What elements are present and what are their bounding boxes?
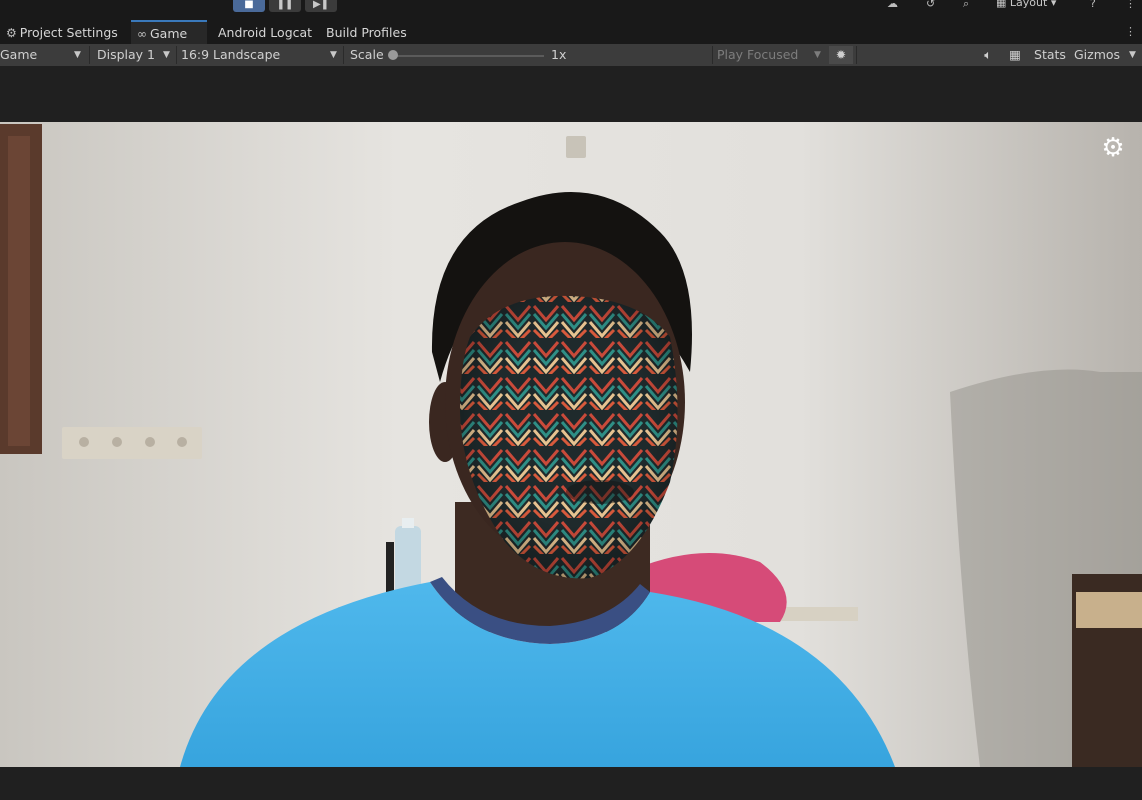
- game-toolbar: Game ▼ Display 1 ▼ 16:9 Landscape ▼ Scal…: [0, 44, 1142, 67]
- scale-label: Scale: [350, 47, 384, 62]
- chevron-down-icon: ▼: [814, 50, 821, 60]
- stats-button[interactable]: Stats: [1031, 46, 1069, 64]
- tab-android-logcat[interactable]: Android Logcat: [212, 20, 318, 44]
- chevron-down-icon: ▼: [163, 50, 170, 60]
- separator: [712, 46, 713, 64]
- help-icon[interactable]: ?: [1090, 0, 1096, 10]
- tab-project-settings[interactable]: ⚙ Project Settings: [0, 20, 124, 44]
- tab-label: Project Settings: [19, 25, 118, 40]
- bug-icon: ✹: [835, 47, 847, 62]
- layout-label: Layout: [1009, 0, 1048, 9]
- top-bar: ■ ❚❚ ▶❚ ☁ ↺ ⌕ ▦ Layout ▾ ? ⋮: [0, 0, 1142, 20]
- more-icon[interactable]: ⋮: [1125, 0, 1136, 10]
- gear-icon: ⚙: [6, 26, 17, 40]
- view-label: Game: [0, 47, 38, 62]
- chevron-down-icon: ▼: [74, 50, 81, 60]
- debug-button[interactable]: ✹: [829, 46, 853, 64]
- aspect-label: 16:9 Landscape: [181, 47, 281, 62]
- stop-icon: ■: [244, 0, 254, 10]
- scale-slider-handle[interactable]: [388, 50, 398, 60]
- chevron-down-icon: ▾: [1050, 0, 1057, 9]
- mute-audio-button[interactable]: 🔈︎: [976, 46, 1000, 64]
- step-icon: ▶❚: [312, 0, 330, 10]
- separator: [89, 46, 90, 64]
- step-button[interactable]: ▶❚: [305, 0, 337, 12]
- scale-slider-track[interactable]: [392, 55, 544, 57]
- separator: [343, 46, 344, 64]
- aspect-dropdown[interactable]: 16:9 Landscape ▼: [181, 44, 343, 66]
- tab-label: Game: [150, 26, 188, 41]
- tab-game[interactable]: ∞ Game: [131, 20, 207, 44]
- game-render[interactable]: [0, 122, 1142, 767]
- tab-label: Android Logcat: [218, 25, 313, 40]
- tab-bar: ⚙ Project Settings ∞ Game Android Logcat B…: [0, 20, 1142, 44]
- stats-label: Stats: [1034, 47, 1066, 62]
- grid-icon: ▦: [1009, 47, 1021, 62]
- layout-icon: ▦: [996, 0, 1007, 9]
- play-mode-label: Play Focused: [717, 47, 799, 62]
- pause-icon: ❚❚: [276, 0, 294, 10]
- tab-build-profiles[interactable]: Build Profiles: [320, 20, 413, 44]
- tab-label: Build Profiles: [326, 25, 407, 40]
- settings-gear-icon[interactable]: ⚙: [1099, 134, 1127, 162]
- stats-grid-button[interactable]: ▦: [1003, 46, 1027, 64]
- history-icon[interactable]: ↺: [926, 0, 935, 10]
- cloud-icon[interactable]: ☁: [887, 0, 898, 10]
- play-mode-dropdown[interactable]: Play Focused ▼: [717, 44, 825, 66]
- separator: [856, 46, 857, 64]
- gizmos-dropdown-chevron[interactable]: ▼: [1129, 44, 1136, 66]
- tab-menu-icon[interactable]: ⋮: [1125, 25, 1136, 38]
- display-dropdown[interactable]: Display 1 ▼: [97, 44, 175, 66]
- scale-value: 1x: [551, 47, 567, 62]
- layout-dropdown[interactable]: ▦ Layout ▾: [996, 0, 1057, 9]
- view-dropdown[interactable]: Game ▼: [0, 44, 88, 66]
- speaker-icon: 🔈︎: [984, 47, 992, 62]
- display-label: Display 1: [97, 47, 156, 62]
- stop-button[interactable]: ■: [233, 0, 265, 12]
- chevron-down-icon: ▼: [330, 50, 337, 60]
- search-icon[interactable]: ⌕: [963, 0, 969, 11]
- gizmos-button[interactable]: Gizmos: [1071, 46, 1123, 64]
- gizmos-label: Gizmos: [1073, 47, 1121, 62]
- pause-button[interactable]: ❚❚: [269, 0, 301, 12]
- separator: [176, 46, 177, 64]
- gamepad-icon: ∞: [137, 27, 147, 41]
